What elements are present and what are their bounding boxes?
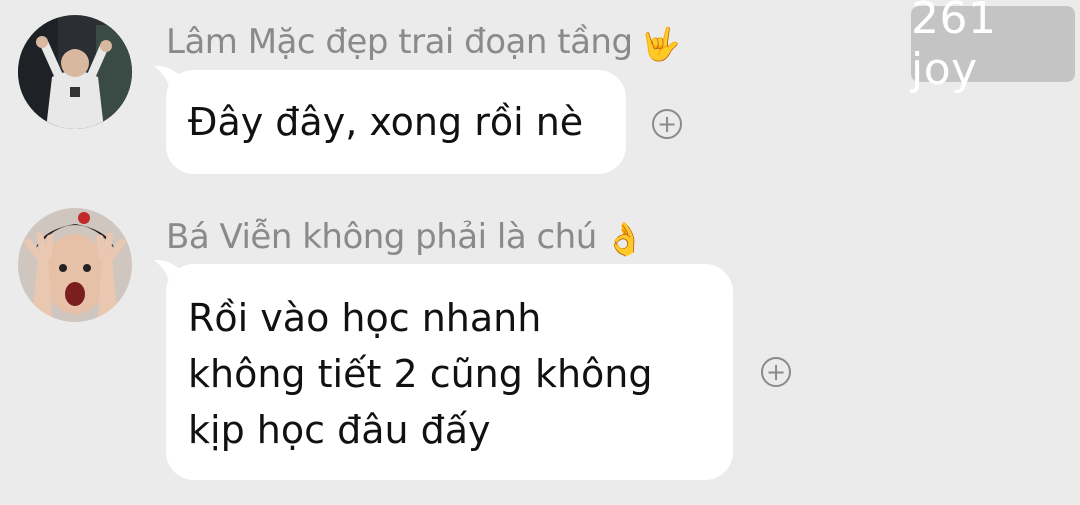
add-reaction-icon[interactable]: + (761, 357, 791, 387)
sender-avatar-2[interactable] (18, 208, 132, 322)
bubble-tail-icon (154, 259, 194, 294)
message-line: Rồi vào học nhanh (188, 296, 542, 340)
sender-name-2: Bá Viễn không phải là chú 👌 (166, 217, 645, 258)
rock-hand-emoji-icon: 🤟 (640, 24, 681, 63)
sender-name-1: Lâm Mặc đẹp trai đoạn tầng 🤟 (166, 22, 680, 63)
message-line: Đây đây, xong rồi nè (188, 100, 584, 144)
message-bubble-1[interactable]: Đây đây, xong rồi nè (154, 65, 626, 174)
joy-counter-badge[interactable]: 261 joy (911, 0, 1075, 95)
sender-avatar-1[interactable] (18, 15, 132, 129)
ok-hand-emoji-icon: 👌 (604, 219, 645, 258)
message-line: kịp học đâu đấy (188, 408, 491, 452)
sender-name-text: Bá Viễn không phải là chú (166, 217, 597, 257)
avatar-photo-icon (18, 208, 132, 322)
sender-name-text: Lâm Mặc đẹp trai đoạn tầng (166, 22, 633, 62)
add-reaction-icon[interactable]: + (652, 109, 682, 139)
message-line: không tiết 2 cũng không (188, 352, 653, 396)
avatar-photo-icon (18, 15, 132, 129)
message-bubble-2[interactable]: Rồi vào học nhanh không tiết 2 cũng khôn… (154, 259, 733, 480)
